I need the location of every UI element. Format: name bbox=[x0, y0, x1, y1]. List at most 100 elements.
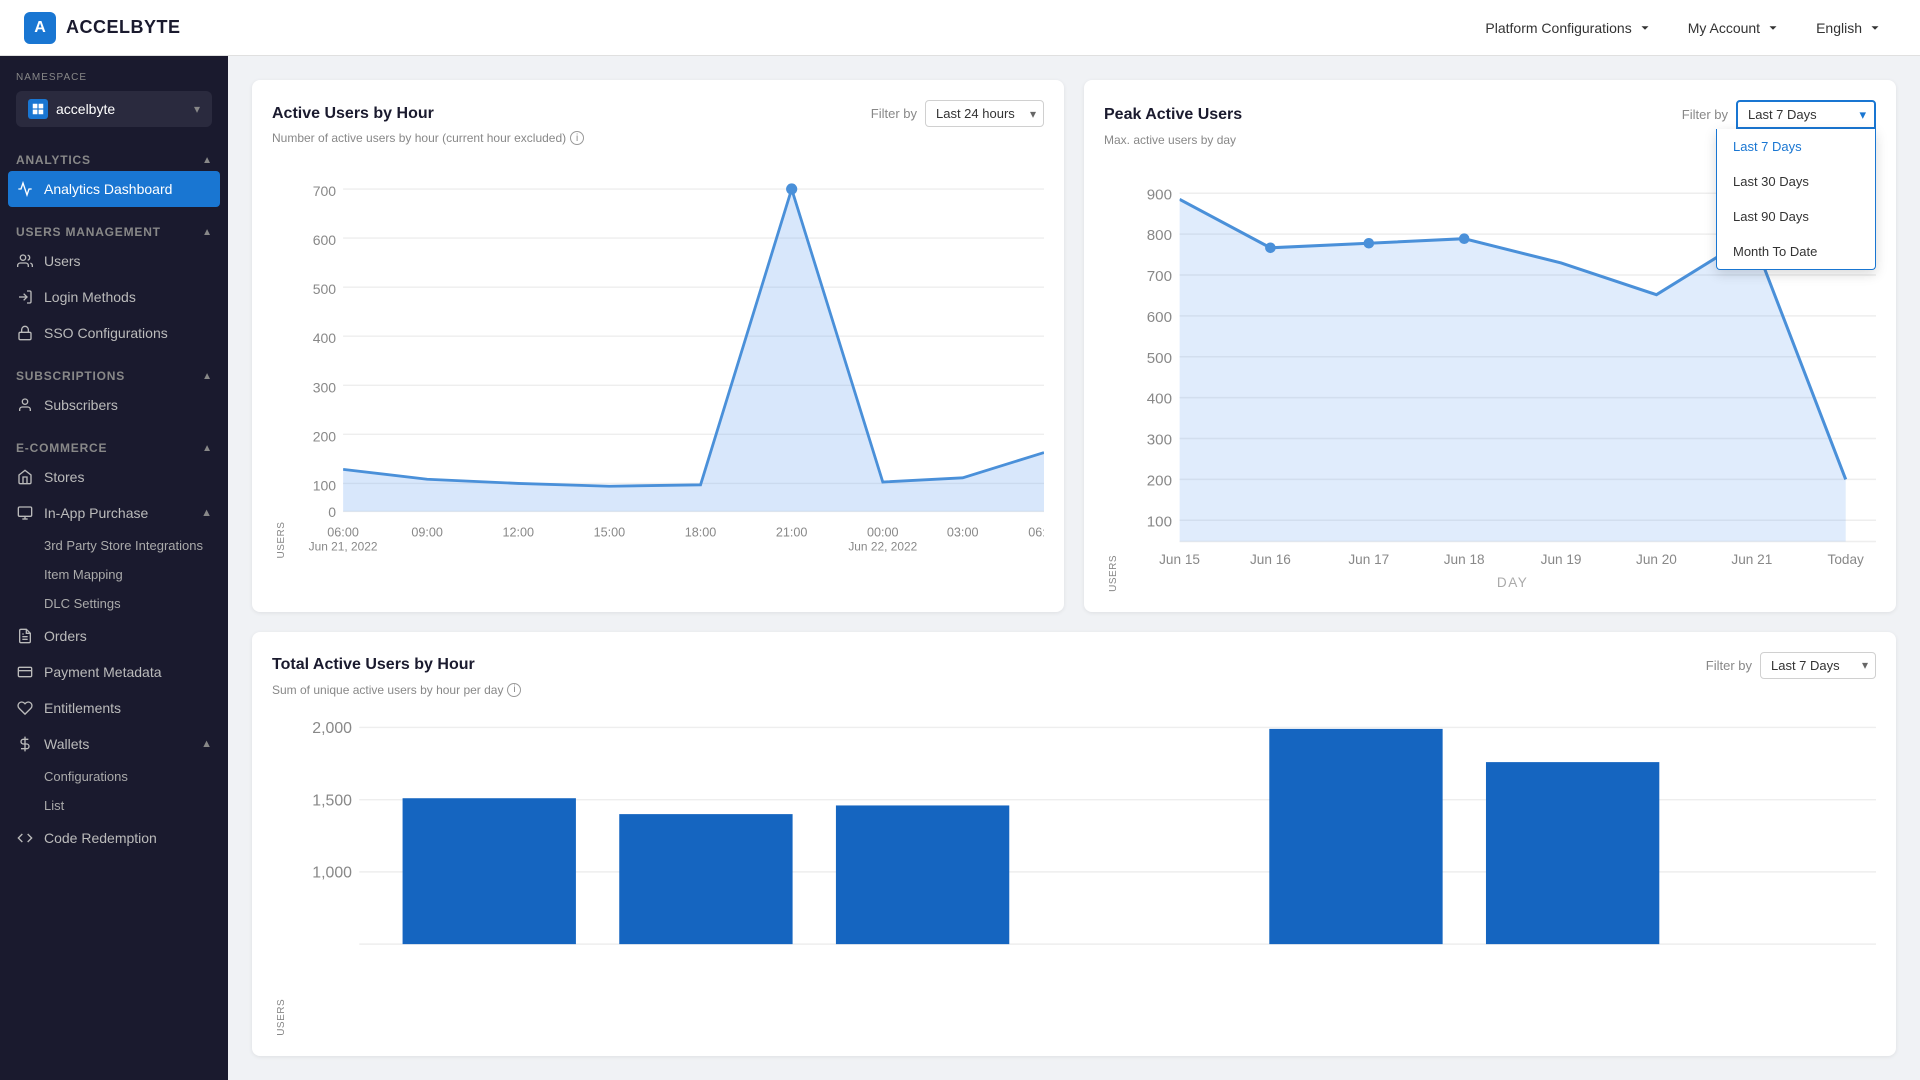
sidebar-item-analytics-dashboard[interactable]: Analytics Dashboard bbox=[8, 171, 220, 207]
svg-text:600: 600 bbox=[313, 232, 337, 248]
sidebar-item-stores[interactable]: Stores bbox=[0, 459, 228, 495]
svg-text:1,000: 1,000 bbox=[312, 865, 352, 882]
sidebar-subitem-configurations[interactable]: Configurations bbox=[0, 762, 228, 791]
svg-text:06:00: 06:00 bbox=[327, 526, 359, 540]
sidebar-item-entitlements[interactable]: Entitlements bbox=[0, 690, 228, 726]
sidebar-item-payment-metadata[interactable]: Payment Metadata bbox=[0, 654, 228, 690]
sidebar-item-orders[interactable]: Orders bbox=[0, 618, 228, 654]
section-header-ecommerce[interactable]: E-Commerce ▲ bbox=[0, 431, 228, 459]
active-users-chart: Active Users by Hour Filter by Last 24 h… bbox=[252, 80, 1064, 612]
sidebar-section-users: Users Management ▲ Users Login Methods bbox=[0, 215, 228, 351]
logo-text: ACCELBYTE bbox=[66, 17, 181, 38]
sidebar-item-subscribers[interactable]: Subscribers bbox=[0, 387, 228, 423]
expand-icon: ▲ bbox=[201, 738, 212, 750]
my-account-button[interactable]: My Account bbox=[1674, 12, 1794, 44]
filter-select-peak-active[interactable]: Last 7 Days ▾ bbox=[1736, 100, 1876, 129]
sidebar-subitem-dlc[interactable]: DLC Settings bbox=[0, 589, 228, 618]
sidebar-section-subscriptions: Subscriptions ▲ Subscribers bbox=[0, 359, 228, 423]
svg-text:Jun 20: Jun 20 bbox=[1636, 552, 1677, 567]
section-header-analytics[interactable]: Analytics ▲ bbox=[0, 143, 228, 171]
sidebar-section-ecommerce: E-Commerce ▲ Stores In-App Purchase ▲ 3r… bbox=[0, 431, 228, 856]
info-icon-total[interactable]: i bbox=[507, 683, 521, 697]
svg-text:0: 0 bbox=[328, 504, 336, 520]
main-content: Active Users by Hour Filter by Last 24 h… bbox=[228, 56, 1920, 1080]
svg-text:300: 300 bbox=[313, 379, 337, 395]
info-icon-active[interactable]: i bbox=[570, 131, 584, 145]
subscribers-icon bbox=[16, 396, 34, 414]
code-icon bbox=[16, 829, 34, 847]
svg-text:200: 200 bbox=[313, 428, 337, 444]
svg-text:Jun 22, 2022: Jun 22, 2022 bbox=[848, 540, 917, 554]
y-label-active: USERS bbox=[272, 161, 287, 559]
platform-config-button[interactable]: Platform Configurations bbox=[1471, 12, 1665, 44]
sidebar-item-login-methods[interactable]: Login Methods bbox=[0, 279, 228, 315]
svg-text:06:00: 06:00 bbox=[1028, 526, 1044, 540]
svg-text:500: 500 bbox=[313, 281, 337, 297]
sidebar-item-in-app-purchase[interactable]: In-App Purchase ▲ bbox=[0, 495, 228, 531]
svg-text:400: 400 bbox=[1147, 391, 1172, 408]
dropdown-item-mtd[interactable]: Month To Date bbox=[1717, 234, 1875, 269]
svg-text:600: 600 bbox=[1147, 309, 1172, 326]
y-label-total: USERS bbox=[272, 713, 287, 1036]
dropdown-item-7days[interactable]: Last 7 Days bbox=[1717, 129, 1875, 164]
svg-text:Jun 19: Jun 19 bbox=[1541, 552, 1582, 567]
sidebar-item-users[interactable]: Users bbox=[0, 243, 228, 279]
wallets-icon bbox=[16, 735, 34, 753]
total-active-users-chart: Total Active Users by Hour Filter by Las… bbox=[252, 632, 1896, 1056]
svg-text:09:00: 09:00 bbox=[411, 526, 443, 540]
namespace-icon bbox=[28, 99, 48, 119]
dropdown-item-30days[interactable]: Last 30 Days bbox=[1717, 164, 1875, 199]
svg-text:Jun 18: Jun 18 bbox=[1444, 552, 1485, 567]
svg-text:100: 100 bbox=[313, 477, 337, 493]
svg-text:Jun 15: Jun 15 bbox=[1159, 552, 1200, 567]
namespace-selector[interactable]: accelbyte ▾ bbox=[16, 91, 212, 127]
stores-icon bbox=[16, 468, 34, 486]
sidebar-subitem-list[interactable]: List bbox=[0, 791, 228, 820]
sidebar-item-sso[interactable]: SSO Configurations bbox=[0, 315, 228, 351]
svg-text:Jun 21, 2022: Jun 21, 2022 bbox=[309, 540, 378, 554]
section-header-subscriptions[interactable]: Subscriptions ▲ bbox=[0, 359, 228, 387]
payment-icon bbox=[16, 663, 34, 681]
purchase-icon bbox=[16, 504, 34, 522]
filter-select-total-active[interactable]: Last 7 Days Last 30 Days Last 90 Days bbox=[1760, 652, 1876, 679]
chevron-down-icon bbox=[1868, 21, 1882, 35]
charts-row-top: Active Users by Hour Filter by Last 24 h… bbox=[252, 80, 1896, 612]
svg-text:15:00: 15:00 bbox=[594, 526, 626, 540]
chevron-down-icon bbox=[1638, 21, 1652, 35]
chart-header-peak: Peak Active Users Filter by Last 7 Days … bbox=[1104, 100, 1876, 129]
login-icon bbox=[16, 288, 34, 306]
peak-filter-dropdown: Last 7 Days Last 30 Days Last 90 Days Mo… bbox=[1716, 129, 1876, 270]
total-chart-body: USERS 2,000 1,500 1,000 bbox=[272, 713, 1876, 1036]
sidebar-item-code-redemption[interactable]: Code Redemption bbox=[0, 820, 228, 856]
active-users-chart-body: USERS 0 bbox=[272, 161, 1044, 559]
language-button[interactable]: English bbox=[1802, 12, 1896, 44]
svg-text:700: 700 bbox=[313, 183, 337, 199]
layout: NAMESPACE accelbyte ▾ Analytics ▲ bbox=[0, 56, 1920, 1080]
dropdown-item-90days[interactable]: Last 90 Days bbox=[1717, 199, 1875, 234]
dropdown-chevron: ▾ bbox=[1859, 107, 1866, 123]
chart-icon bbox=[16, 180, 34, 198]
sidebar: NAMESPACE accelbyte ▾ Analytics ▲ bbox=[0, 56, 228, 1080]
total-active-users-bar-chart: 2,000 1,500 1,000 bbox=[287, 713, 1876, 1031]
topnav: A ACCELBYTE Platform Configurations My A… bbox=[0, 0, 1920, 56]
svg-text:Today: Today bbox=[1828, 552, 1865, 567]
filter-select-active-users[interactable]: Last 24 hours Last 7 Days Last 30 Days bbox=[925, 100, 1044, 127]
svg-text:100: 100 bbox=[1147, 513, 1172, 530]
entitlements-icon bbox=[16, 699, 34, 717]
chart-header-active-users: Active Users by Hour Filter by Last 24 h… bbox=[272, 100, 1044, 127]
sidebar-item-wallets[interactable]: Wallets ▲ bbox=[0, 726, 228, 762]
sidebar-subitem-item-mapping[interactable]: Item Mapping bbox=[0, 560, 228, 589]
sso-icon bbox=[16, 324, 34, 342]
svg-text:Jun 16: Jun 16 bbox=[1250, 552, 1291, 567]
filter-select-container-peak: Last 7 Days ▾ Last 7 Days Last 30 Days L… bbox=[1736, 100, 1876, 129]
svg-text:400: 400 bbox=[313, 330, 337, 346]
section-header-users[interactable]: Users Management ▲ bbox=[0, 215, 228, 243]
svg-text:800: 800 bbox=[1147, 227, 1172, 244]
filter-select-wrapper-active: Last 24 hours Last 7 Days Last 30 Days bbox=[925, 100, 1044, 127]
sidebar-subitem-3rd-party[interactable]: 3rd Party Store Integrations bbox=[0, 531, 228, 560]
svg-text:2,000: 2,000 bbox=[312, 720, 352, 737]
svg-text:200: 200 bbox=[1147, 472, 1172, 489]
svg-text:12:00: 12:00 bbox=[503, 526, 535, 540]
peak-active-users-chart: Peak Active Users Filter by Last 7 Days … bbox=[1084, 80, 1896, 612]
svg-text:Jun 21: Jun 21 bbox=[1731, 552, 1772, 567]
